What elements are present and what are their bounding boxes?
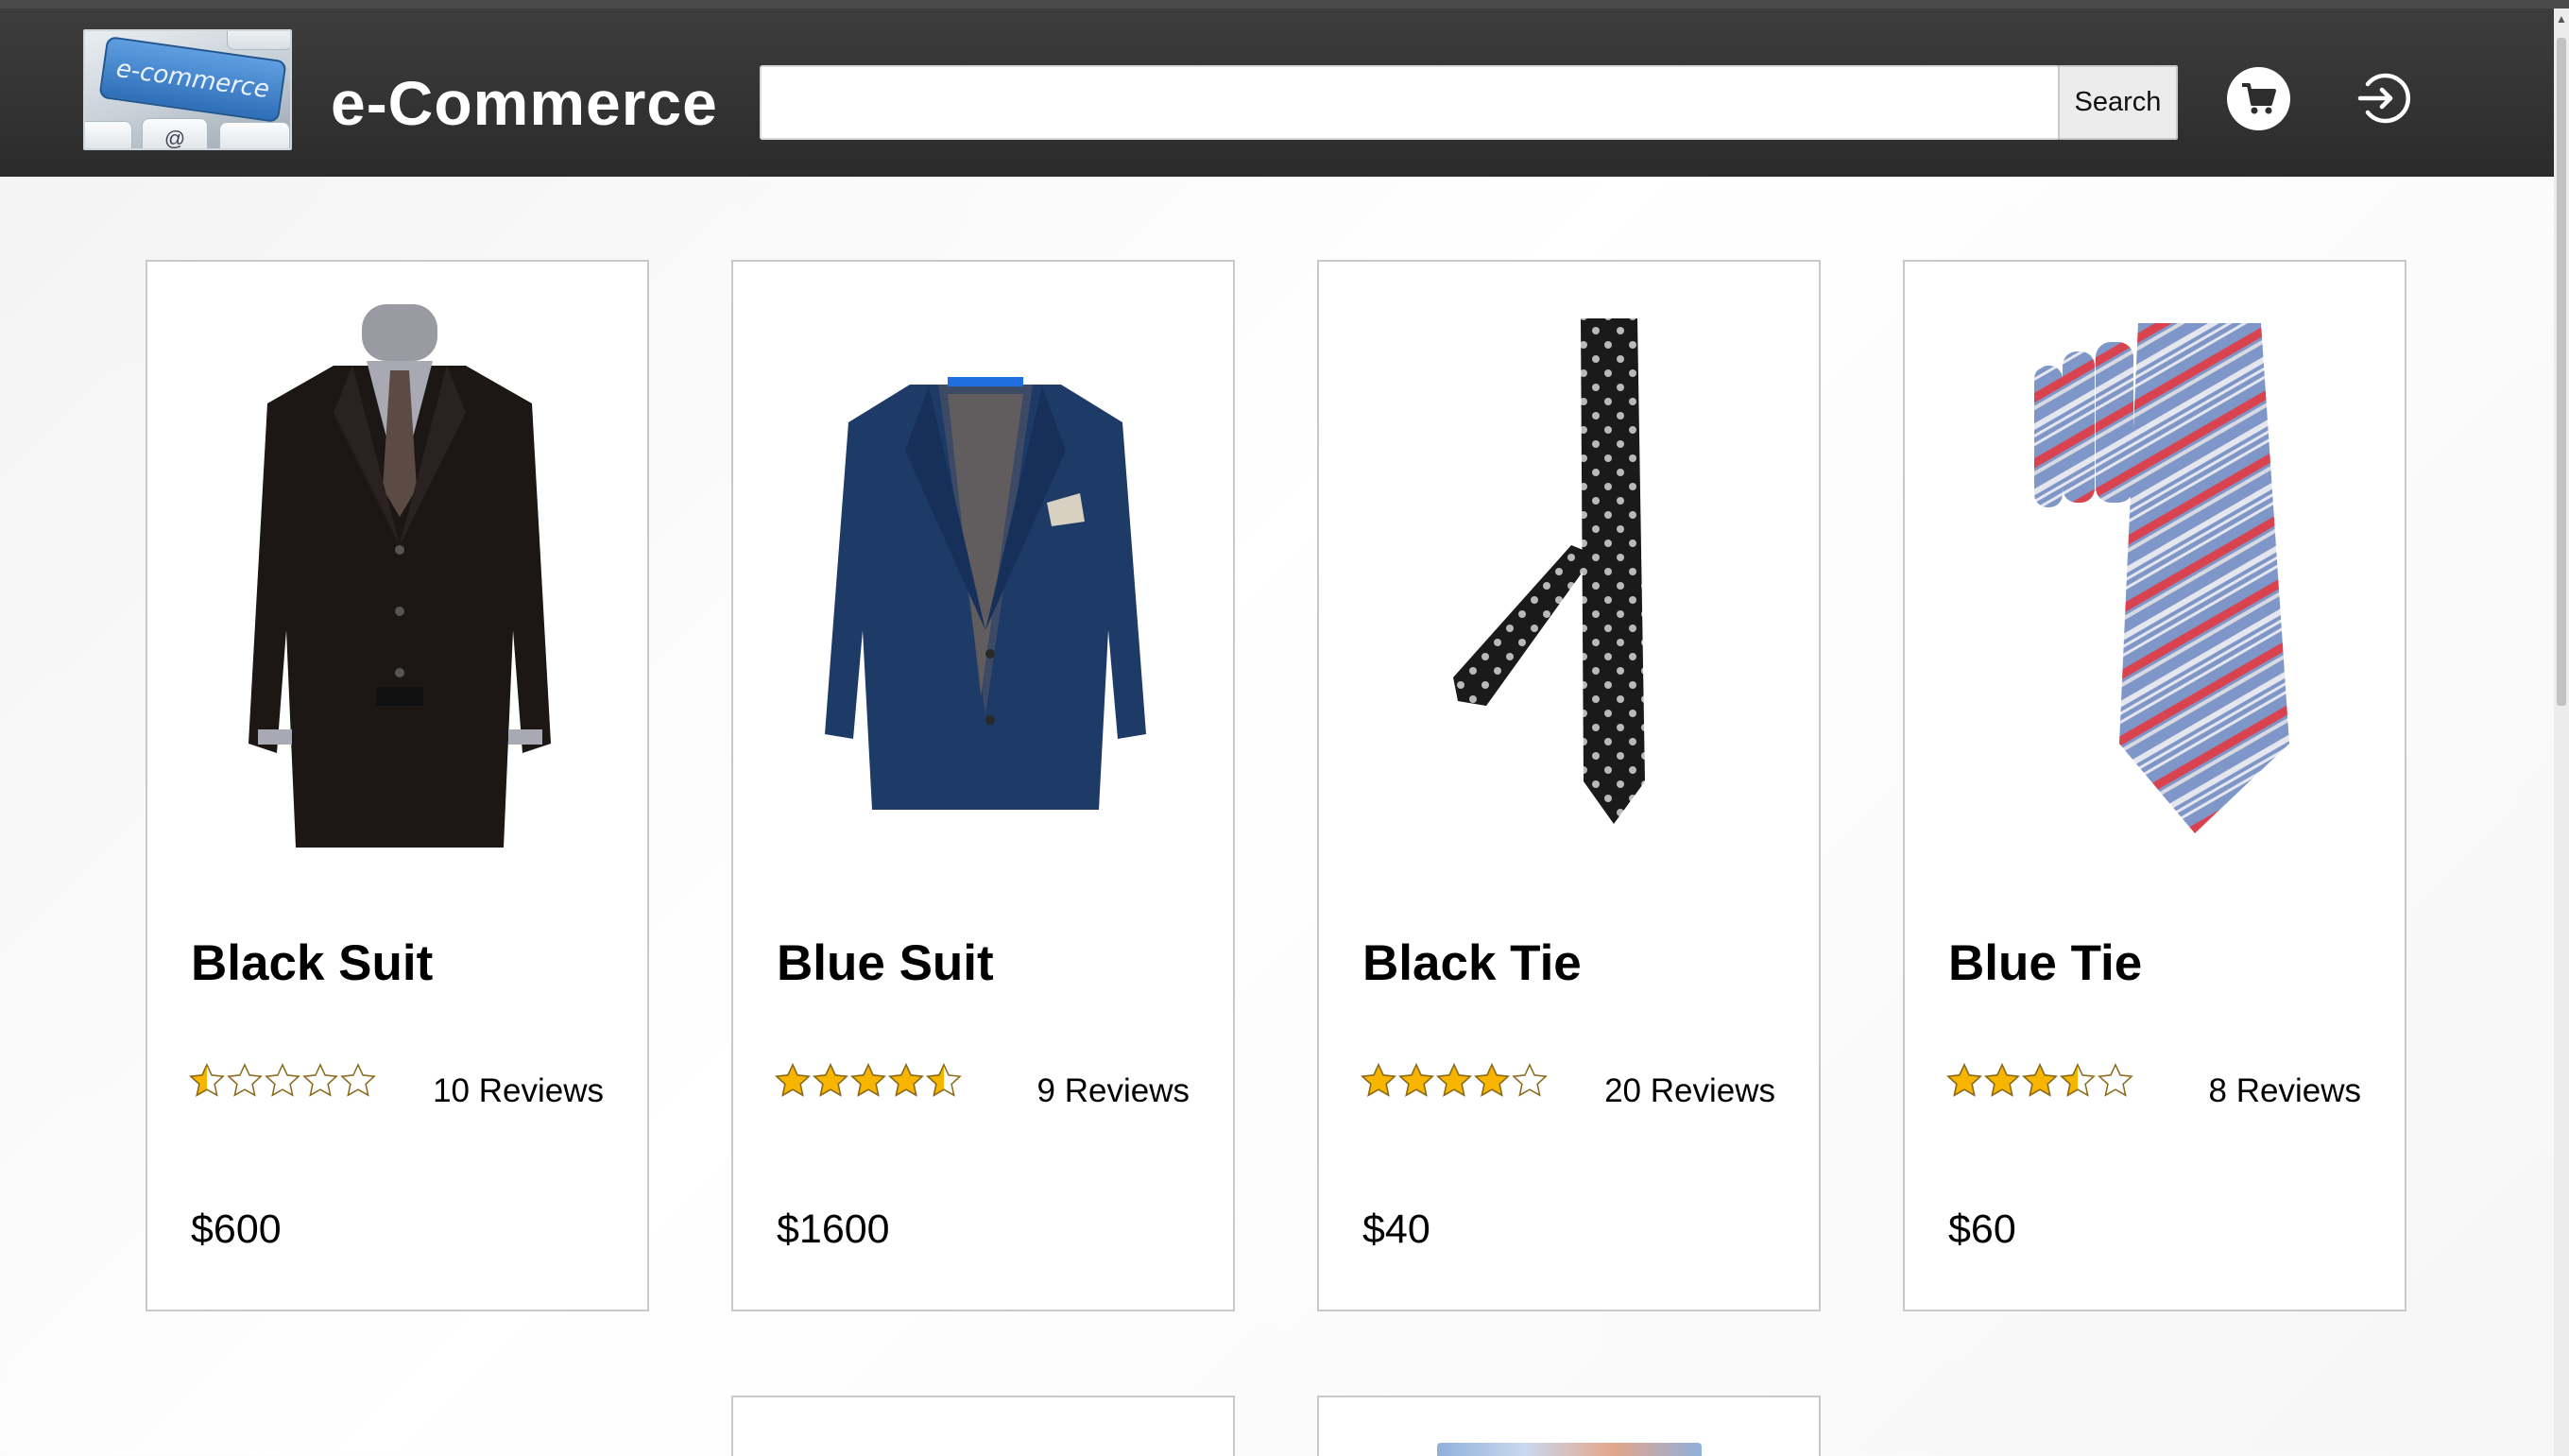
review-count[interactable]: 9 Reviews bbox=[1037, 1072, 1190, 1110]
star-icon bbox=[2098, 1063, 2133, 1097]
cart-button[interactable] bbox=[2227, 67, 2290, 130]
logo-key bbox=[227, 31, 290, 50]
star-icon bbox=[2060, 1063, 2096, 1097]
logo-text: e-commerce bbox=[114, 54, 271, 105]
product-price: $60 bbox=[1948, 1207, 2016, 1252]
product-price: $600 bbox=[191, 1207, 282, 1252]
star-icon bbox=[888, 1063, 924, 1097]
review-count[interactable]: 20 Reviews bbox=[1604, 1072, 1775, 1110]
star-rating bbox=[1946, 1063, 2133, 1099]
cart-icon bbox=[2241, 82, 2276, 113]
product-card-black-tie[interactable]: Black Tie 20 Reviews $40 bbox=[1317, 260, 1821, 1311]
blue-suit-illustration bbox=[824, 377, 1146, 810]
star-icon bbox=[1361, 1063, 1396, 1097]
star-rating bbox=[189, 1063, 376, 1099]
product-image-partial bbox=[1437, 1443, 1702, 1456]
logo-key bbox=[219, 122, 290, 148]
product-name[interactable]: Blue Tie bbox=[1948, 934, 2142, 992]
product-card-blue-suit[interactable]: Blue Suit 9 Reviews $1600 bbox=[731, 260, 1235, 1311]
black-tie-image[interactable] bbox=[1357, 300, 1785, 848]
star-icon bbox=[1512, 1063, 1548, 1097]
scrollbar-thumb[interactable] bbox=[2557, 38, 2566, 706]
blue-tie-image[interactable] bbox=[1943, 300, 2371, 848]
search-button[interactable]: Search bbox=[2058, 65, 2178, 140]
star-icon bbox=[2022, 1063, 2058, 1097]
review-count[interactable]: 8 Reviews bbox=[2209, 1072, 2361, 1110]
logo-key bbox=[85, 121, 132, 148]
star-icon bbox=[926, 1063, 962, 1097]
product-card-black-suit[interactable]: Black Suit 10 Reviews $600 bbox=[146, 260, 649, 1311]
product-name[interactable]: Black Suit bbox=[191, 934, 433, 992]
star-icon bbox=[1984, 1063, 2020, 1097]
product-card-partial[interactable] bbox=[1317, 1396, 1821, 1456]
product-card-blue-tie[interactable]: Blue Tie 8 Reviews $60 bbox=[1903, 260, 2406, 1311]
blue-tie-illustration bbox=[2033, 323, 2289, 833]
product-name[interactable]: Blue Suit bbox=[777, 934, 994, 992]
star-icon bbox=[189, 1063, 225, 1097]
star-icon bbox=[813, 1063, 848, 1097]
black-suit-image[interactable] bbox=[185, 300, 613, 848]
product-name[interactable]: Black Tie bbox=[1362, 934, 1582, 992]
star-icon bbox=[340, 1063, 376, 1097]
product-price: $40 bbox=[1362, 1207, 1430, 1252]
star-icon bbox=[775, 1063, 811, 1097]
star-rating bbox=[1361, 1063, 1548, 1099]
star-icon bbox=[1398, 1063, 1434, 1097]
search-input[interactable] bbox=[760, 65, 2060, 140]
login-button[interactable] bbox=[2353, 67, 2415, 129]
site-logo[interactable]: @ e-commerce bbox=[83, 29, 292, 150]
black-tie-illustration bbox=[1452, 318, 1645, 824]
blue-suit-image[interactable] bbox=[771, 300, 1199, 848]
black-suit-illustration bbox=[248, 304, 551, 848]
review-count[interactable]: 10 Reviews bbox=[433, 1072, 604, 1110]
login-icon bbox=[2357, 73, 2410, 124]
window-top-strip bbox=[0, 0, 2569, 9]
logo-at-key: @ bbox=[142, 118, 208, 148]
star-icon bbox=[302, 1063, 338, 1097]
product-price: $1600 bbox=[777, 1207, 890, 1252]
star-icon bbox=[1946, 1063, 1982, 1097]
star-icon bbox=[1474, 1063, 1510, 1097]
brand-title: e-Commerce bbox=[331, 68, 718, 138]
product-card-partial[interactable] bbox=[731, 1396, 1235, 1456]
scroll-up-arrow[interactable]: ▲ bbox=[2554, 9, 2569, 29]
star-icon bbox=[850, 1063, 886, 1097]
star-icon bbox=[1436, 1063, 1472, 1097]
star-rating bbox=[775, 1063, 962, 1099]
site-header: @ e-commerce e-Commerce Search bbox=[0, 9, 2554, 177]
star-icon bbox=[227, 1063, 263, 1097]
star-icon bbox=[265, 1063, 300, 1097]
